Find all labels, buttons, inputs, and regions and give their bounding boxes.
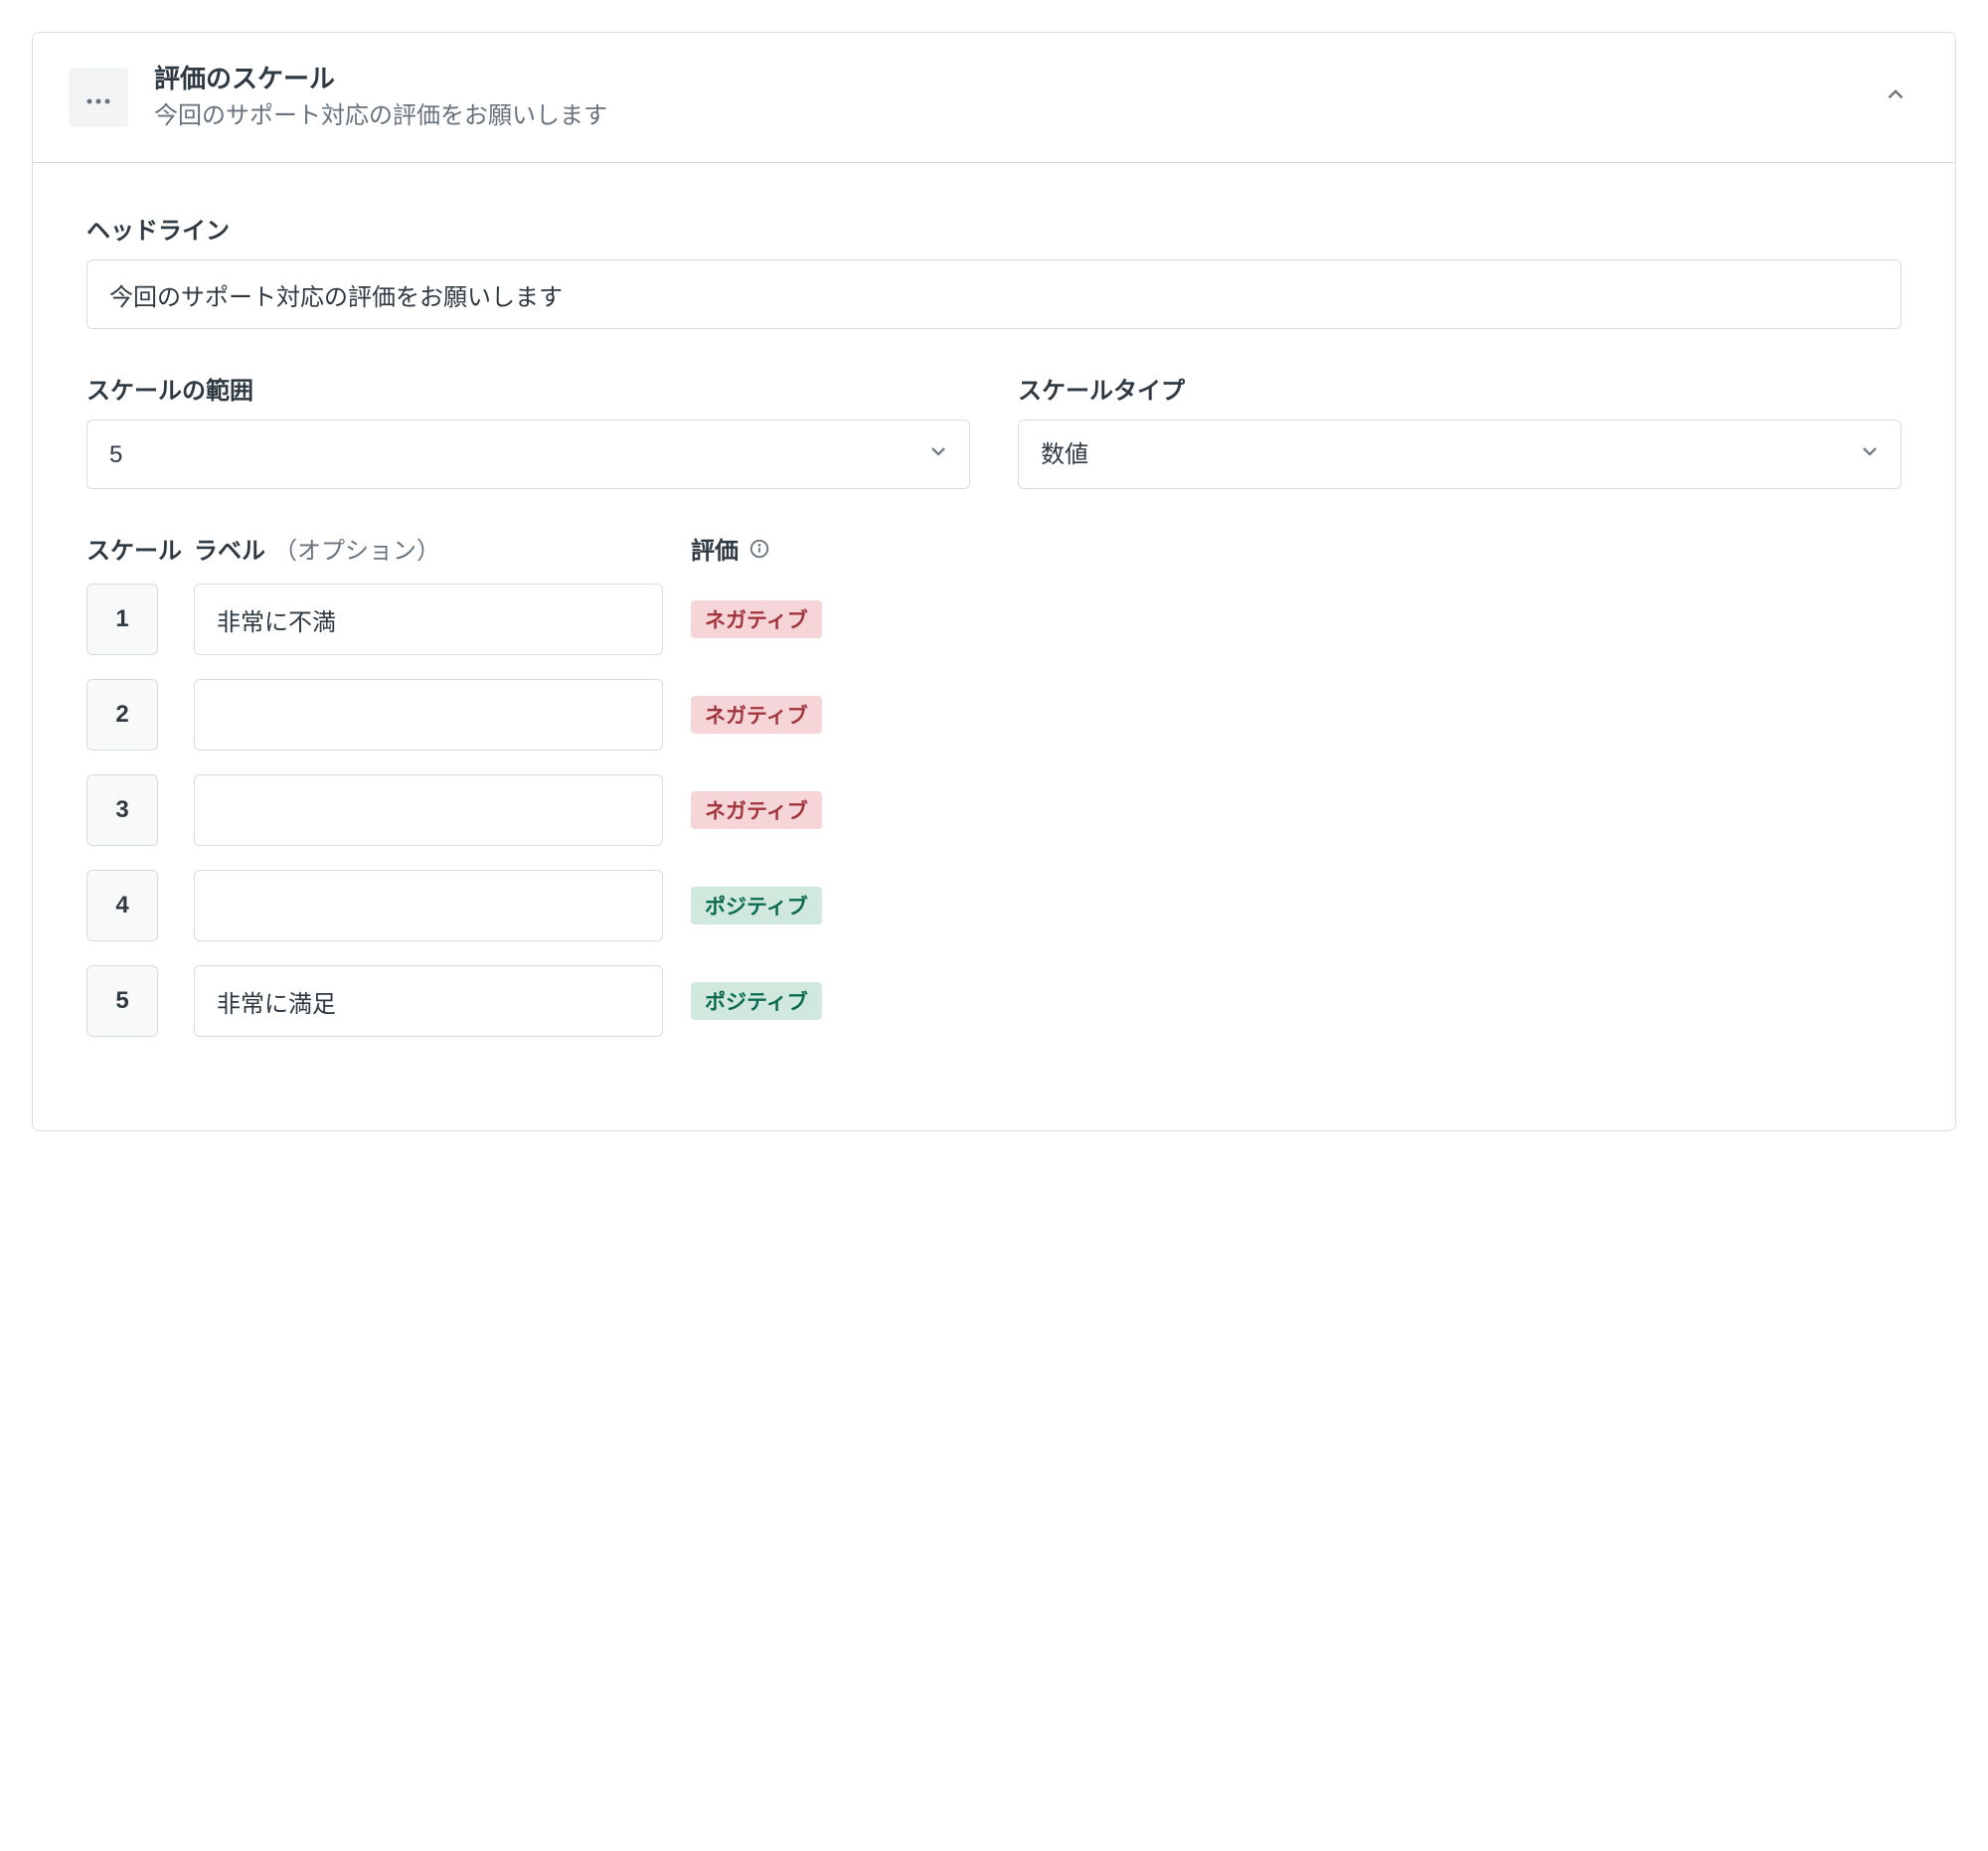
scale-row: 1 ネガティブ (86, 584, 1902, 655)
scale-column-header: スケール (86, 531, 194, 566)
scale-label-input-wrapper (194, 774, 663, 846)
scale-label-input[interactable] (194, 584, 663, 655)
scale-label-input-wrapper (194, 679, 663, 751)
label-column-header-suffix: （オプション） (273, 531, 440, 566)
card-subtitle: 今回のサポート対応の評価をお願いします (154, 98, 1846, 134)
scale-label-input[interactable] (194, 870, 663, 941)
scale-label-input-wrapper (194, 965, 663, 1037)
positive-badge: ポジティブ (691, 982, 822, 1020)
scale-type-label: スケールタイプ (1018, 371, 1902, 406)
negative-badge: ネガティブ (691, 600, 822, 638)
collapse-toggle[interactable] (1872, 74, 1919, 121)
positive-badge: ポジティブ (691, 887, 822, 925)
scale-range-label: スケールの範囲 (86, 371, 970, 406)
scale-type-field: スケールタイプ 数値 (1018, 371, 1902, 489)
scale-row: 3 ネガティブ (86, 774, 1902, 846)
card-body: ヘッドライン スケールの範囲 5 スケールタイプ 数 (33, 163, 1955, 1130)
scale-range-field: スケールの範囲 5 (86, 371, 970, 489)
scale-number: 2 (86, 679, 158, 751)
scale-row: 2 ネガティブ (86, 679, 1902, 751)
scale-number: 3 (86, 774, 158, 846)
rating-column-header-text: 評価 (691, 531, 739, 566)
negative-badge: ネガティブ (691, 791, 822, 829)
rating-column-header: 評価 (691, 531, 770, 566)
scale-rows-header: スケール ラベル （オプション） 評価 (86, 531, 1902, 566)
label-column-header-text: ラベル (194, 531, 265, 566)
info-icon[interactable] (748, 538, 770, 560)
scale-label-input[interactable] (194, 774, 663, 846)
negative-badge: ネガティブ (691, 696, 822, 734)
scale-number: 4 (86, 870, 158, 941)
scale-label-input[interactable] (194, 679, 663, 751)
headline-label: ヘッドライン (86, 211, 1902, 246)
scale-label-input[interactable] (194, 965, 663, 1037)
card-title: 評価のスケール (154, 61, 1846, 96)
chevron-up-icon (1883, 82, 1908, 113)
drag-handle[interactable] (69, 68, 128, 127)
drag-dots-icon (85, 84, 111, 111)
scale-type-select[interactable]: 数値 (1018, 420, 1902, 489)
headline-field: ヘッドライン (86, 211, 1902, 329)
scale-label-input-wrapper (194, 584, 663, 655)
scale-rows-section: スケール ラベル （オプション） 評価 1 ネガティブ 2 ネガティブ 3 ネガティブ 4 ポ… (86, 531, 1902, 1037)
scale-range-select[interactable]: 5 (86, 420, 970, 489)
card-header: 評価のスケール 今回のサポート対応の評価をお願いします (33, 33, 1955, 163)
scale-number: 1 (86, 584, 158, 655)
label-column-header: ラベル （オプション） (194, 531, 663, 566)
card-header-text: 評価のスケール 今回のサポート対応の評価をお願いします (154, 61, 1846, 134)
rating-scale-card: 評価のスケール 今回のサポート対応の評価をお願いします ヘッドライン スケールの… (32, 32, 1956, 1131)
scale-row: 5 ポジティブ (86, 965, 1902, 1037)
scale-row: 4 ポジティブ (86, 870, 1902, 941)
scale-number: 5 (86, 965, 158, 1037)
scale-label-input-wrapper (194, 870, 663, 941)
headline-input[interactable] (86, 259, 1902, 329)
